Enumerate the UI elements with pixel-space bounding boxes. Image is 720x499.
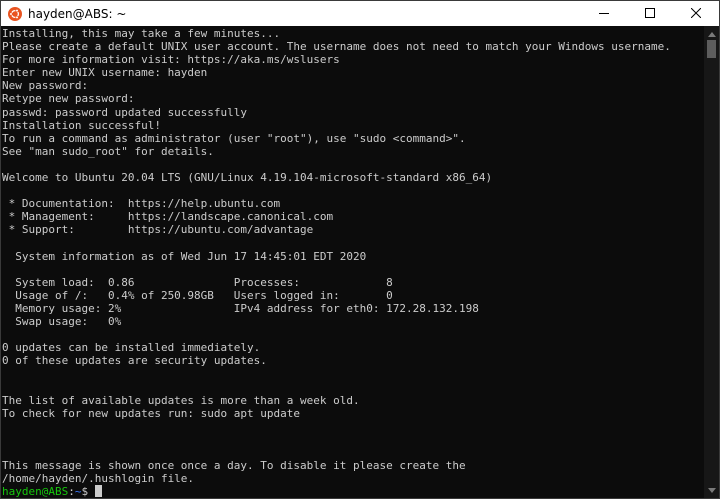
prompt-line[interactable]: hayden@ABS:~$ — [2, 485, 703, 498]
maximize-icon — [645, 7, 655, 21]
prompt-user-host: hayden@ABS — [2, 485, 69, 499]
terminal-line: 0 updates can be installed immediately. — [2, 341, 261, 355]
terminal-line: /home/hayden/.hushlogin file. — [2, 472, 195, 486]
text-cursor — [94, 485, 102, 498]
terminal-line: Retype new password: — [2, 92, 135, 106]
minimize-button[interactable] — [581, 1, 627, 26]
terminal-line: For more information visit: https://aka.… — [2, 53, 340, 67]
terminal-line: Swap usage: 0% — [2, 315, 122, 329]
terminal-line: passwd: password updated successfully — [2, 105, 248, 119]
terminal-line: Usage of /: 0.4% of 250.98GB Users logge… — [2, 288, 393, 302]
terminal-line: This message is shown once once a day. T… — [2, 459, 466, 473]
close-button[interactable] — [673, 1, 719, 26]
scroll-down-icon[interactable] — [704, 482, 719, 498]
terminal-line: Memory usage: 2% IPv4 address for eth0: … — [2, 301, 479, 315]
terminal-line: * Documentation: https://help.ubuntu.com — [2, 197, 281, 211]
terminal-line: Installing, this may take a few minutes.… — [2, 27, 281, 40]
terminal-window: hayden@ABS: ~ Installing, this may take … — [0, 0, 720, 499]
terminal-line: Welcome to Ubuntu 20.04 LTS (GNU/Linux 4… — [2, 171, 493, 185]
terminal-line: See "man sudo_root" for details. — [2, 144, 214, 158]
terminal-lines: Installing, this may take a few minutes.… — [1, 26, 703, 498]
maximize-button[interactable] — [627, 1, 673, 26]
terminal-line: The list of available updates is more th… — [2, 393, 360, 407]
vertical-scrollbar[interactable] — [704, 26, 719, 498]
terminal-line: System information as of Wed Jun 17 14:4… — [2, 249, 367, 263]
title-bar[interactable]: hayden@ABS: ~ — [1, 1, 719, 26]
prompt-symbol: $ — [81, 485, 95, 499]
ubuntu-icon — [8, 6, 22, 21]
terminal-line: * Management: https://landscape.canonica… — [2, 210, 334, 224]
close-icon — [690, 7, 702, 21]
terminal-line: New password: — [2, 79, 89, 93]
terminal-line: Enter new UNIX username: hayden — [2, 66, 208, 80]
prompt-colon: : — [68, 485, 75, 499]
terminal-line: To run a command as administrator (user … — [2, 131, 466, 145]
minimize-icon — [599, 7, 609, 21]
terminal-line: To check for new updates run: sudo apt u… — [2, 406, 301, 420]
window-title: hayden@ABS: ~ — [28, 6, 127, 21]
scrollbar-thumb[interactable] — [707, 40, 716, 58]
terminal-line: Please create a default UNIX user accoun… — [2, 40, 671, 54]
terminal-line: Installation successful! — [2, 118, 161, 132]
terminal-line: System load: 0.86 Processes: 8 — [2, 275, 393, 289]
terminal-output[interactable]: Installing, this may take a few minutes.… — [1, 26, 703, 498]
terminal-line: * Support: https://ubuntu.com/advantage — [2, 223, 314, 237]
terminal-line: 0 of these updates are security updates. — [2, 354, 267, 368]
